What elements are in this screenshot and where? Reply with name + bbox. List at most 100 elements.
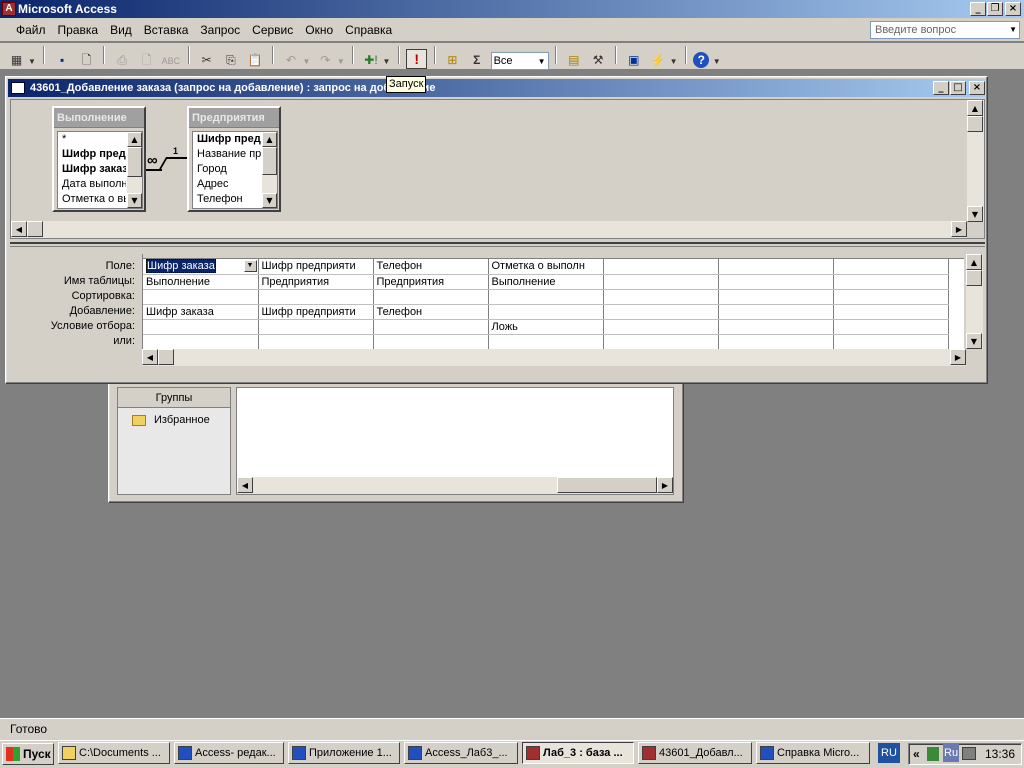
grid-cell[interactable] xyxy=(603,334,719,349)
scroll-up-icon[interactable]: ▲ xyxy=(967,100,983,116)
chevron-down-icon[interactable]: ▼ xyxy=(243,260,257,272)
scroll-thumb[interactable] xyxy=(27,221,43,237)
scroll-down-icon[interactable]: ▼ xyxy=(262,193,277,208)
tray-lang[interactable]: Ru xyxy=(943,744,960,762)
grid-cell[interactable] xyxy=(488,289,604,305)
language-indicator[interactable]: RU xyxy=(878,743,900,763)
table-box-predpriyatiya[interactable]: Предприятия Шифр предп Название пре Город Ад… xyxy=(187,106,281,212)
field-item[interactable]: Шифр предп xyxy=(193,132,261,147)
grid-hscrollbar[interactable]: ◀ ▶ xyxy=(142,349,966,366)
field-item[interactable]: Шифр заказа xyxy=(58,162,126,177)
scroll-down-icon[interactable]: ▼ xyxy=(127,193,142,208)
grid-cell[interactable] xyxy=(603,289,719,305)
close-button[interactable]: × xyxy=(1005,2,1021,16)
grid-cell[interactable] xyxy=(143,334,259,349)
grid-cell[interactable]: Выполнение xyxy=(143,274,259,290)
grid-cell[interactable] xyxy=(718,334,834,349)
table-header[interactable]: Предприятия xyxy=(189,108,279,128)
menu-item-2[interactable]: Вид xyxy=(104,20,138,40)
menu-item-0[interactable]: Файл xyxy=(10,20,52,40)
grid-cell[interactable] xyxy=(143,319,259,335)
copy-icon[interactable]: ⎘ xyxy=(220,51,241,71)
chevron-down-icon[interactable]: ▼ xyxy=(336,52,346,72)
top-values-select[interactable]: Все ▼ xyxy=(490,52,549,70)
field-item[interactable]: Отметка о вы xyxy=(58,192,126,207)
grid-cell[interactable]: Шифр заказа ▼ xyxy=(143,259,259,275)
scroll-up-icon[interactable]: ▲ xyxy=(127,132,142,147)
favorites-item[interactable]: Избранное xyxy=(118,408,230,428)
grid-cell[interactable]: Отметка о выполн xyxy=(488,259,604,275)
chevron-down-icon[interactable]: ▼ xyxy=(669,52,679,72)
grid-cell[interactable] xyxy=(258,334,374,349)
field-list-scrollbar[interactable]: ▲ ▼ xyxy=(127,132,142,208)
minimize-button[interactable]: _ xyxy=(970,2,986,16)
build-icon[interactable]: ⚒ xyxy=(588,50,609,70)
field-item[interactable]: Город xyxy=(193,162,261,177)
totals-icon[interactable]: Σ xyxy=(466,50,487,70)
grid-cell[interactable] xyxy=(718,304,834,320)
query-type-icon[interactable]: ✚! xyxy=(361,50,382,70)
grid-cell[interactable] xyxy=(373,334,489,349)
grid-cell[interactable] xyxy=(143,289,259,305)
grid-cell[interactable] xyxy=(833,319,949,335)
menu-item-3[interactable]: Вставка xyxy=(138,20,195,40)
scroll-right-icon[interactable]: ▶ xyxy=(951,221,967,237)
field-item[interactable]: Шифр предп xyxy=(58,147,126,162)
relationship-line[interactable]: ∞ 1 xyxy=(146,146,187,173)
grid-cell[interactable]: Шифр предприяти xyxy=(258,259,374,275)
pane-vscrollbar[interactable]: ▲ ▼ xyxy=(967,100,984,222)
menu-item-5[interactable]: Сервис xyxy=(246,20,299,40)
grid-cell[interactable]: Ложь xyxy=(488,319,604,335)
database-window-icon[interactable]: ▣ xyxy=(623,50,644,70)
scroll-thumb[interactable] xyxy=(158,349,174,365)
scroll-left-icon[interactable]: ◀ xyxy=(142,349,158,365)
properties-icon[interactable]: ▤ xyxy=(563,50,584,70)
tray-app-icon[interactable] xyxy=(927,747,939,761)
grid-cell[interactable] xyxy=(488,304,604,320)
scroll-thumb[interactable] xyxy=(967,116,983,132)
grid-cell[interactable] xyxy=(833,259,949,275)
view-icon[interactable]: ▦ xyxy=(6,50,27,70)
chevron-down-icon[interactable]: ▼ xyxy=(382,52,392,72)
scroll-up-icon[interactable]: ▲ xyxy=(262,132,277,147)
grid-cell[interactable] xyxy=(718,274,834,290)
print-icon[interactable]: ⎙ xyxy=(112,51,133,71)
taskbar-item[interactable]: Access- редак... xyxy=(174,742,284,764)
spelling-icon[interactable]: ABC xyxy=(160,51,181,71)
field-item[interactable]: Адрес xyxy=(193,177,261,192)
menu-item-7[interactable]: Справка xyxy=(339,20,398,40)
paste-icon[interactable]: 📋 xyxy=(245,50,266,70)
grid-cell[interactable] xyxy=(258,319,374,335)
grid-cell[interactable]: Выполнение xyxy=(488,274,604,290)
field-item[interactable]: Телефон xyxy=(193,192,261,207)
grid-cell[interactable] xyxy=(833,274,949,290)
save-icon[interactable]: ▪ xyxy=(52,50,73,70)
query-maximize-button[interactable]: □ xyxy=(950,81,966,95)
cut-icon[interactable]: ✂ xyxy=(196,50,217,70)
chevron-down-icon[interactable]: ▼ xyxy=(27,52,37,72)
menu-item-6[interactable]: Окно xyxy=(299,20,339,40)
grid-cell[interactable] xyxy=(603,274,719,290)
grid-cell[interactable] xyxy=(258,289,374,305)
table-header[interactable]: Выполнение xyxy=(54,108,144,128)
toolbar-options-icon[interactable]: ▼ xyxy=(713,52,721,72)
grid-cell[interactable] xyxy=(718,259,834,275)
taskbar-item[interactable]: C:\Documents ... xyxy=(58,742,170,764)
grid-cell[interactable]: Предприятия xyxy=(258,274,374,290)
grid-cell[interactable] xyxy=(718,319,834,335)
taskbar-item[interactable]: Справка Micro... xyxy=(756,742,870,764)
field-item[interactable]: * xyxy=(58,132,126,147)
field-item[interactable]: Название пре xyxy=(193,147,261,162)
taskbar-item[interactable]: Лаб_3 : база ... xyxy=(522,742,634,764)
grid-cell[interactable]: Предприятия xyxy=(373,274,489,290)
run-icon[interactable]: ! xyxy=(406,49,428,69)
scroll-thumb[interactable] xyxy=(262,147,277,175)
grid-cell[interactable] xyxy=(488,334,604,349)
query-close-button[interactable]: × xyxy=(969,81,985,95)
grid-cell[interactable] xyxy=(833,304,949,320)
file-search-icon[interactable]: 🗋 xyxy=(76,52,97,72)
new-object-icon[interactable]: ⚡ xyxy=(648,50,669,70)
scroll-down-icon[interactable]: ▼ xyxy=(966,333,982,349)
taskbar-item[interactable]: Приложение 1... xyxy=(288,742,400,764)
grid-cell[interactable] xyxy=(718,289,834,305)
